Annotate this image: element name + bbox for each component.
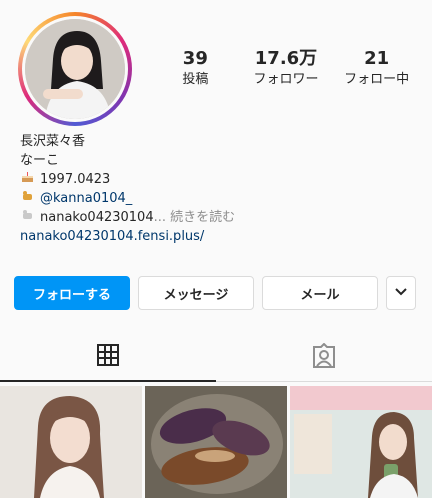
stat-posts-value: 39: [182, 48, 208, 69]
profile-bio: 長沢菜々香 なーこ 1997.0423 @kanna0104_ nanako04…: [20, 132, 235, 246]
bio-birthday: 1997.0423: [40, 172, 111, 187]
stat-posts[interactable]: 39 投稿: [160, 48, 230, 90]
email-button[interactable]: メール: [262, 276, 378, 310]
stat-following[interactable]: 21 フォロー中: [342, 48, 412, 90]
post-thumbnail[interactable]: [290, 386, 432, 498]
message-button[interactable]: メッセージ: [138, 276, 254, 310]
grid-icon: [96, 343, 120, 371]
bio-birthday-line: 1997.0423: [20, 170, 235, 189]
tab-posts[interactable]: [0, 334, 216, 382]
suggested-toggle-button[interactable]: [386, 276, 416, 310]
cake-icon: [20, 170, 34, 189]
bio-pet-account-link[interactable]: @kanna0104_: [40, 191, 132, 206]
read-more-link[interactable]: ... 続きを読む: [154, 210, 236, 225]
profile-nickname: なーこ: [20, 153, 60, 168]
stat-followers-value: 17.6万: [254, 48, 318, 69]
website-link[interactable]: nanako04230104.fensi.plus/: [20, 227, 235, 246]
profile-actions: フォローする メッセージ メール: [14, 276, 416, 310]
tab-tagged[interactable]: [216, 334, 432, 382]
bio-other-account: nanako04230104: [40, 210, 154, 225]
dog-icon: [20, 189, 34, 208]
bio-pet-line: @kanna0104_: [20, 189, 235, 208]
post-thumbnail[interactable]: [0, 386, 142, 498]
bio-other-line: nanako04230104... 続きを読む: [20, 208, 235, 227]
stat-following-value: 21: [364, 48, 390, 69]
profile-avatar-ring[interactable]: [18, 12, 132, 126]
stat-following-label: フォロー中: [344, 72, 410, 87]
tagged-icon: [311, 342, 337, 373]
post-grid: [0, 386, 432, 498]
dog-icon: [20, 208, 34, 227]
profile-tabs: [0, 334, 432, 382]
post-thumbnail[interactable]: [145, 386, 287, 498]
stat-posts-label: 投稿: [182, 72, 209, 87]
follow-button[interactable]: フォローする: [14, 276, 130, 310]
chevron-down-icon: [394, 286, 408, 301]
stat-followers-label: フォロワー: [253, 72, 319, 87]
profile-stats: 39 投稿 17.6万 フォロワー 21 フォロー中: [150, 48, 422, 90]
profile-name: 長沢菜々香: [20, 134, 86, 149]
stat-followers[interactable]: 17.6万 フォロワー: [251, 48, 321, 90]
avatar: [25, 19, 125, 119]
